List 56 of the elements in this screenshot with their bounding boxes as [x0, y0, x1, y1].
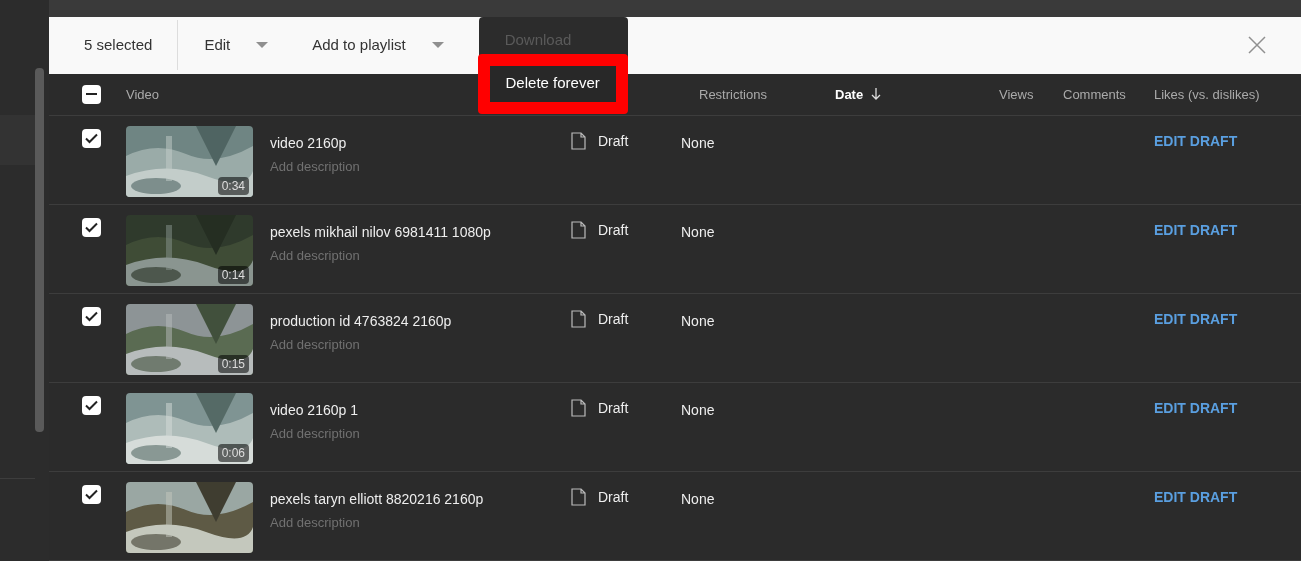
- video-title[interactable]: pexels taryn elliott 8820216 2160p: [270, 489, 553, 510]
- visibility-status: Draft: [598, 310, 629, 329]
- column-header[interactable]: Date: [835, 84, 882, 105]
- checkbox[interactable]: [82, 307, 101, 326]
- close-icon[interactable]: [1248, 36, 1266, 55]
- menu-item[interactable]: Delete forever: [489, 65, 616, 102]
- checkbox[interactable]: [82, 218, 101, 237]
- video-title[interactable]: video 2160p: [270, 133, 553, 154]
- document-icon: [571, 310, 586, 329]
- video-duration: 0:15: [217, 355, 249, 373]
- restrictions-value: None: [681, 490, 716, 509]
- visibility-status: Draft: [598, 221, 629, 240]
- edit-draft-link[interactable]: EDIT DRAFT: [1154, 215, 1238, 241]
- column-header[interactable]: Views: [999, 84, 1034, 105]
- video-title[interactable]: video 2160p 1: [270, 400, 553, 421]
- check-icon: [85, 311, 98, 322]
- check-icon: [85, 400, 98, 411]
- checkbox[interactable]: [82, 129, 101, 148]
- checkbox[interactable]: [82, 396, 101, 415]
- document-icon: [571, 399, 586, 418]
- restrictions-value: None: [681, 312, 716, 331]
- selection-count: 5 selected: [49, 20, 179, 71]
- video-duration: 0:06: [217, 444, 249, 462]
- restrictions-value: None: [681, 401, 716, 420]
- dropdown-button[interactable]: Add to playlist: [312, 34, 444, 57]
- document-icon: [571, 221, 586, 240]
- arrow-down-icon: [871, 88, 882, 101]
- edit-draft-link[interactable]: EDIT DRAFT: [1154, 126, 1238, 152]
- edit-draft-link[interactable]: EDIT DRAFT: [1154, 482, 1238, 508]
- document-icon: [571, 132, 586, 151]
- scrollbar[interactable]: [35, 68, 44, 432]
- caret-icon: [256, 42, 269, 49]
- checkbox[interactable]: [82, 84, 101, 104]
- dropdown-button[interactable]: Edit: [204, 34, 269, 57]
- checkbox[interactable]: [82, 485, 101, 504]
- edit-draft-link[interactable]: EDIT DRAFT: [1154, 304, 1238, 330]
- visibility-status: Draft: [598, 488, 629, 507]
- restrictions-value: None: [681, 134, 716, 153]
- visibility-status: Draft: [598, 399, 629, 418]
- restrictions-value: None: [681, 223, 716, 242]
- visibility-status: Draft: [598, 132, 629, 151]
- check-icon: [85, 133, 98, 144]
- caret-icon: [431, 42, 444, 49]
- video-duration: 0:14: [217, 266, 249, 284]
- minus-icon: [86, 93, 97, 96]
- check-icon: [85, 489, 98, 500]
- check-icon: [85, 222, 98, 233]
- column-header[interactable]: Comments: [1063, 84, 1126, 105]
- video-title[interactable]: production id 4763824 2160p: [270, 311, 553, 332]
- column-header[interactable]: Restrictions: [699, 84, 767, 105]
- column-header[interactable]: Video: [126, 84, 159, 105]
- edit-draft-link[interactable]: EDIT DRAFT: [1154, 393, 1238, 419]
- document-icon: [571, 488, 586, 507]
- video-duration: 0:34: [217, 177, 249, 195]
- column-header[interactable]: Likes (vs. dislikes): [1154, 84, 1260, 105]
- video-title[interactable]: pexels mikhail nilov 6981411 1080p: [270, 222, 553, 243]
